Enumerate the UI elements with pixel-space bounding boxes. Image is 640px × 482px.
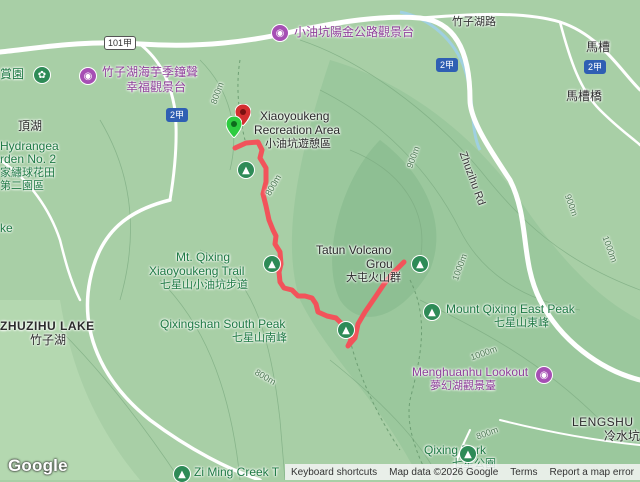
dinghu-label: 頂湖 bbox=[18, 119, 43, 133]
camera-icon[interactable]: ◉ bbox=[80, 68, 96, 84]
park-tree-icon[interactable]: ▲ bbox=[424, 304, 440, 320]
hydrangea-zh-label-2[interactable]: 第二園區 bbox=[0, 180, 44, 193]
qixing-trail-zh-label[interactable]: 七星山小油坑步道 bbox=[160, 279, 248, 292]
matsao-label: 馬槽 bbox=[586, 40, 611, 54]
start-flag-icon[interactable] bbox=[226, 116, 242, 138]
xiaoyoukeng-zh-label[interactable]: 小油坑遊憩區 bbox=[265, 138, 331, 151]
park-tree-icon[interactable]: ▲ bbox=[412, 256, 428, 272]
map-canvas[interactable] bbox=[0, 0, 640, 480]
xiaoyoukeng-en-label-1[interactable]: Xiaoyoukeng bbox=[260, 109, 329, 124]
google-logo: Google bbox=[8, 456, 68, 475]
keyboard-shortcuts-link[interactable]: Keyboard shortcuts bbox=[285, 467, 383, 478]
park-tree-icon[interactable]: ▲ bbox=[264, 256, 280, 272]
qixing-east-en-label[interactable]: Mount Qixing East Peak bbox=[446, 302, 575, 317]
menghuanhu-zh-label[interactable]: 夢幻湖觀景臺 bbox=[430, 380, 496, 393]
route-shield-2: 2甲 bbox=[436, 58, 459, 72]
zhuzihu-happiness-label-2[interactable]: 幸福觀景台 bbox=[126, 80, 186, 95]
park-tree-icon[interactable]: ▲ bbox=[238, 162, 254, 178]
lengshui-zh-label: 冷水坑 bbox=[604, 429, 640, 443]
ke-label: ke bbox=[0, 221, 13, 235]
park-tree-icon[interactable]: ▲ bbox=[460, 446, 476, 462]
ziming-creek-label[interactable]: Zi Ming Creek T bbox=[194, 465, 279, 480]
zhuzihu-lake-en-label: ZHUZIHU LAKE bbox=[0, 319, 95, 333]
terms-link[interactable]: Terms bbox=[504, 467, 543, 478]
route-shield-101: 101甲 bbox=[104, 36, 137, 50]
qixing-east-zh-label[interactable]: 七星山東峰 bbox=[494, 317, 549, 330]
qixing-park-en-label[interactable]: Qixing Park bbox=[424, 443, 486, 458]
qixing-trail-label-2[interactable]: Xiaoyoukeng Trail bbox=[149, 264, 244, 279]
xiaoyoukeng-pavilion-label[interactable]: 小油坑陽金公路觀景台 bbox=[294, 25, 414, 40]
garden-zh-label[interactable]: 賞園 bbox=[0, 67, 24, 82]
zhuzihu-road-label: 竹子湖路 bbox=[452, 16, 496, 28]
camera-icon[interactable]: ◉ bbox=[536, 367, 552, 383]
park-tree-icon[interactable]: ▲ bbox=[338, 322, 354, 338]
report-error-link[interactable]: Report a map error bbox=[544, 467, 640, 478]
tatun-label-2[interactable]: Grou bbox=[366, 257, 393, 272]
zhuzihu-happiness-label[interactable]: 竹子湖海芋季鐘聲 bbox=[102, 65, 198, 80]
qixing-south-zh-label[interactable]: 七星山南峰 bbox=[232, 332, 287, 345]
hydrangea-zh-label-1[interactable]: 家繡球花田 bbox=[0, 167, 55, 180]
qixing-south-en-label[interactable]: Qixingshan South Peak bbox=[160, 317, 285, 332]
route-shield-2: 2甲 bbox=[584, 60, 607, 74]
matsao-bridge-label: 馬槽橋 bbox=[566, 89, 603, 103]
tatun-zh-label[interactable]: 大屯火山群 bbox=[346, 272, 401, 285]
flower-icon[interactable]: ✿ bbox=[34, 67, 50, 83]
tatun-label-1[interactable]: Tatun Volcano bbox=[316, 243, 391, 258]
route-shield-2: 2甲 bbox=[166, 108, 189, 122]
lengshui-en-label: LENGSHU bbox=[572, 415, 634, 429]
xiaoyoukeng-en-label-2[interactable]: Recreation Area bbox=[254, 123, 340, 138]
hydrangea-label-2[interactable]: rden No. 2 bbox=[0, 152, 56, 167]
menghuanhu-en-label[interactable]: Menghuanhu Lookout bbox=[412, 365, 528, 380]
attribution-bar: Keyboard shortcuts Map data ©2026 Google… bbox=[284, 464, 640, 480]
camera-icon[interactable]: ◉ bbox=[272, 25, 288, 41]
qixing-trail-label-1[interactable]: Mt. Qixing bbox=[176, 250, 230, 265]
zhuzihu-lake-zh-label: 竹子湖 bbox=[30, 333, 67, 347]
map-data-text: Map data ©2026 Google bbox=[389, 466, 499, 478]
